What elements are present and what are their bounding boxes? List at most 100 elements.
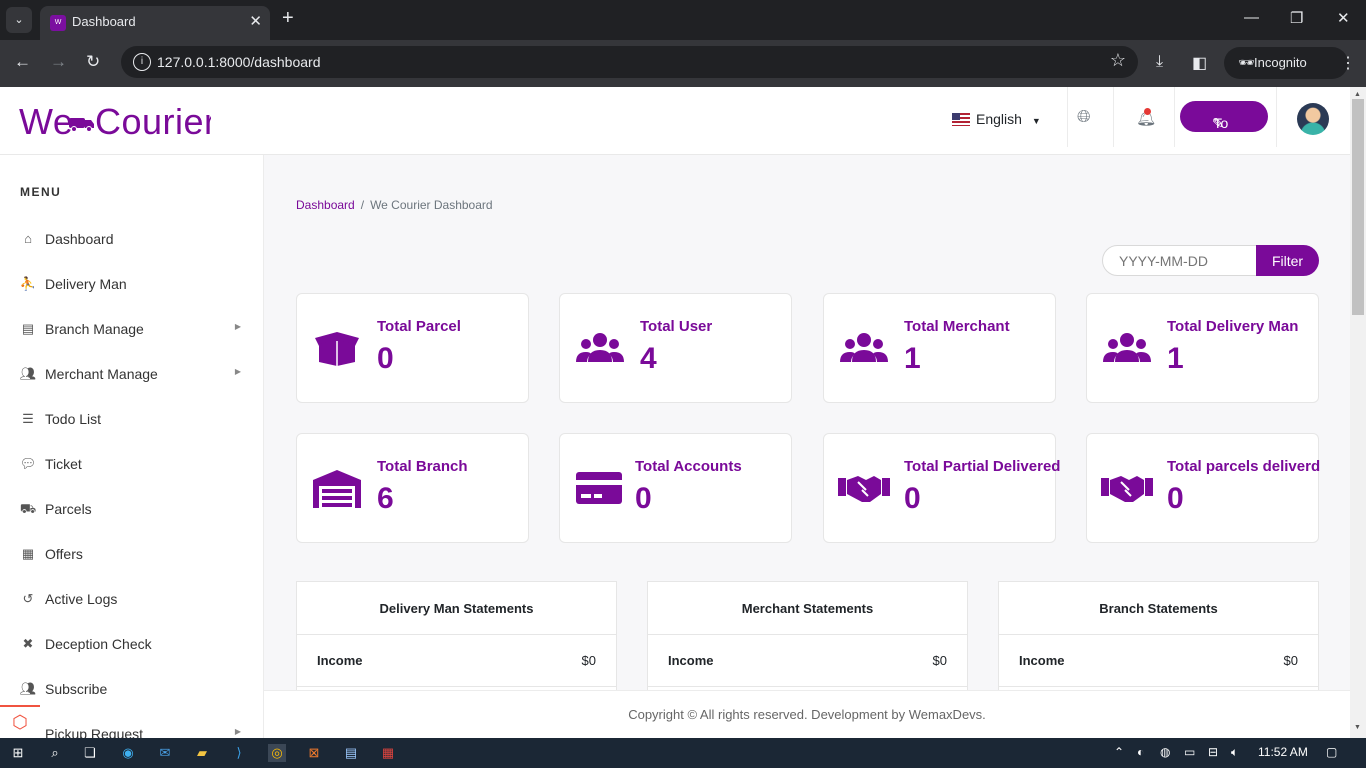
footer: Copyright © All rights reserved. Develop…	[264, 690, 1350, 738]
wecourier-logo[interactable]: We Courier	[19, 101, 216, 150]
minimize-icon[interactable]: —	[1244, 9, 1259, 26]
volume-icon[interactable]: 🔈︎	[1231, 745, 1238, 760]
window-close-icon[interactable]: ✕	[1337, 9, 1350, 27]
stat-value: 0	[1167, 482, 1184, 515]
menu-title: MENU	[20, 185, 62, 199]
sidebar-item-label: Delivery Man	[45, 276, 127, 292]
download-icon[interactable]: ⤓	[1156, 53, 1163, 71]
vscode-icon[interactable]: ⟩	[230, 744, 248, 762]
stat-title: Total Partial Delivered	[904, 458, 1061, 475]
stat-card-total-branch[interactable]: Total Branch 6	[296, 433, 529, 543]
winrar-icon[interactable]: ▦	[379, 744, 397, 762]
page-scrollbar[interactable]: ▲ ▼	[1350, 87, 1366, 738]
stat-title: Total Branch	[377, 458, 468, 475]
chrome-icon[interactable]: ◎	[268, 744, 286, 762]
task-view-icon[interactable]: ❏	[81, 744, 99, 762]
browser-menu-icon[interactable]: ⋮	[1340, 53, 1356, 73]
tray-chevron-icon[interactable]: ⌃	[1114, 745, 1124, 759]
globe-icon[interactable]: 🌐︎	[1077, 107, 1091, 127]
stat-card-total-parcels-deliverd[interactable]: Total parcels deliverd 0	[1086, 433, 1320, 543]
tab-close-icon[interactable]: ✕	[249, 12, 262, 30]
sidebar-item-dashboard[interactable]: ⌂ Dashboard	[19, 228, 249, 252]
sidebar-item-label: Offers	[45, 546, 83, 562]
xampp-icon[interactable]: ⊠	[305, 744, 323, 762]
date-filter-input[interactable]	[1102, 245, 1258, 276]
notification-dot	[1144, 108, 1151, 115]
battery-icon[interactable]: ▭	[1184, 745, 1195, 759]
sidebar-item-deception-check[interactable]: ✖ Deception Check	[19, 633, 249, 657]
sidebar-item-pickup-request[interactable]: ⛟Pickup Request▶	[19, 723, 249, 738]
user-times-icon: ✖	[22, 636, 34, 651]
tab-search-button[interactable]: ⌄	[6, 7, 32, 33]
stat-title: Total Delivery Man	[1167, 318, 1299, 335]
address-bar[interactable]: i 127.0.0.1:8000/dashboard ☆	[121, 46, 1138, 78]
todo-button[interactable]: ✎ To Do	[1180, 101, 1268, 147]
tray-meet-icon[interactable]: ◍	[1160, 745, 1170, 759]
sidebar-item-offers[interactable]: ▦ Offers	[19, 543, 249, 567]
stat-card-total-delivery-man[interactable]: Total Delivery Man 1	[1086, 293, 1319, 403]
stat-card-total-merchant[interactable]: Total Merchant 1	[823, 293, 1056, 403]
stat-value: 6	[377, 482, 394, 515]
user-avatar[interactable]	[1297, 103, 1329, 135]
breadcrumb-dashboard-link[interactable]: Dashboard	[296, 198, 355, 212]
language-selector[interactable]: English ▼	[952, 111, 1041, 127]
sidebar-item-parcels[interactable]: ⛟ Parcels	[19, 498, 249, 522]
file-explorer-icon[interactable]: ▰	[193, 744, 211, 762]
sidebar-item-merchant-manage[interactable]: 👥︎ Merchant Manage ▶	[19, 363, 249, 387]
stat-value: 0	[377, 342, 394, 375]
sidebar-item-active-logs[interactable]: ↺ Active Logs	[19, 588, 249, 612]
breadcrumb-separator: /	[360, 198, 365, 212]
browser-tab[interactable]: W Dashboard ✕	[40, 6, 270, 40]
reload-icon[interactable]: ↻	[86, 52, 100, 72]
forward-icon[interactable]: →	[50, 52, 67, 72]
notification-center-icon[interactable]: ▢	[1326, 745, 1337, 759]
new-tab-button[interactable]: +	[282, 7, 294, 30]
restore-icon[interactable]: ❐	[1290, 9, 1303, 27]
stat-title: Total Merchant	[904, 318, 1010, 335]
header-divider	[1174, 87, 1175, 147]
main-content: Dashboard / We Courier Dashboard Filter To…	[264, 155, 1350, 738]
sidebar-item-branch-manage[interactable]: ▤ Branch Manage ▶	[19, 318, 249, 342]
svg-text:Courier: Courier	[95, 101, 211, 141]
search-icon[interactable]: ⌕	[46, 744, 64, 762]
sidebar-item-ticket[interactable]: 💬︎ Ticket	[19, 453, 249, 477]
statement-row-value: $0	[932, 653, 947, 668]
tray-app-icon[interactable]: ◐	[1137, 745, 1144, 759]
submenu-arrow-icon: ▶	[234, 367, 241, 376]
edge-icon[interactable]: ◉	[119, 744, 137, 762]
credit-card-icon	[574, 468, 626, 508]
sidebar-item-todo-list[interactable]: ☰ Todo List	[19, 408, 249, 432]
incognito-badge[interactable]: 🕶 Incognito	[1224, 47, 1348, 79]
scrollbar-thumb[interactable]	[1352, 99, 1364, 315]
header-divider	[1276, 87, 1277, 147]
scroll-down-arrow-icon[interactable]: ▼	[1354, 724, 1361, 731]
taskbar-clock[interactable]: 11:52 AM	[1258, 745, 1308, 759]
back-icon[interactable]: ←	[14, 52, 31, 72]
sidebar-item-label: Parcels	[45, 501, 92, 517]
filter-button[interactable]: Filter	[1256, 245, 1319, 276]
statement-row-label: Income	[668, 653, 714, 668]
incognito-icon: 🕶	[1238, 55, 1255, 70]
laravel-debugbar-icon[interactable]: ⬡	[0, 705, 40, 738]
submenu-arrow-icon: ▶	[234, 727, 241, 736]
notepad-icon[interactable]: ▤	[342, 744, 360, 762]
handshake-icon	[838, 468, 890, 508]
users-icon	[838, 328, 890, 368]
side-panel-icon[interactable]: ◧	[1192, 53, 1207, 73]
url-text: 127.0.0.1:8000/dashboard	[157, 54, 321, 70]
sidebar-item-subscribe[interactable]: 👥︎ Subscribe	[19, 678, 249, 702]
sidebar-item-delivery-man[interactable]: ⛹ Delivery Man	[19, 273, 249, 297]
windows-start-icon[interactable]: ⊞	[9, 744, 27, 762]
scroll-up-arrow-icon[interactable]: ▲	[1354, 91, 1361, 98]
stat-card-total-user[interactable]: Total User 4	[559, 293, 792, 403]
bookmark-star-icon[interactable]: ☆	[1110, 50, 1126, 71]
todo-label: To Do	[1212, 115, 1230, 147]
stat-card-total-accounts[interactable]: Total Accounts 0	[559, 433, 792, 543]
stat-card-total-partial-delivered[interactable]: Total Partial Delivered 0	[823, 433, 1060, 543]
network-icon[interactable]: ⊟	[1208, 745, 1218, 759]
site-info-icon[interactable]: i	[133, 53, 151, 71]
browser-tab-strip: ⌄ W Dashboard ✕ + — ❐ ✕	[0, 0, 1366, 40]
stat-card-total-parcel[interactable]: Total Parcel 0	[296, 293, 529, 403]
mail-icon[interactable]: ✉	[156, 744, 174, 762]
sidebar-item-label: Deception Check	[45, 636, 152, 652]
